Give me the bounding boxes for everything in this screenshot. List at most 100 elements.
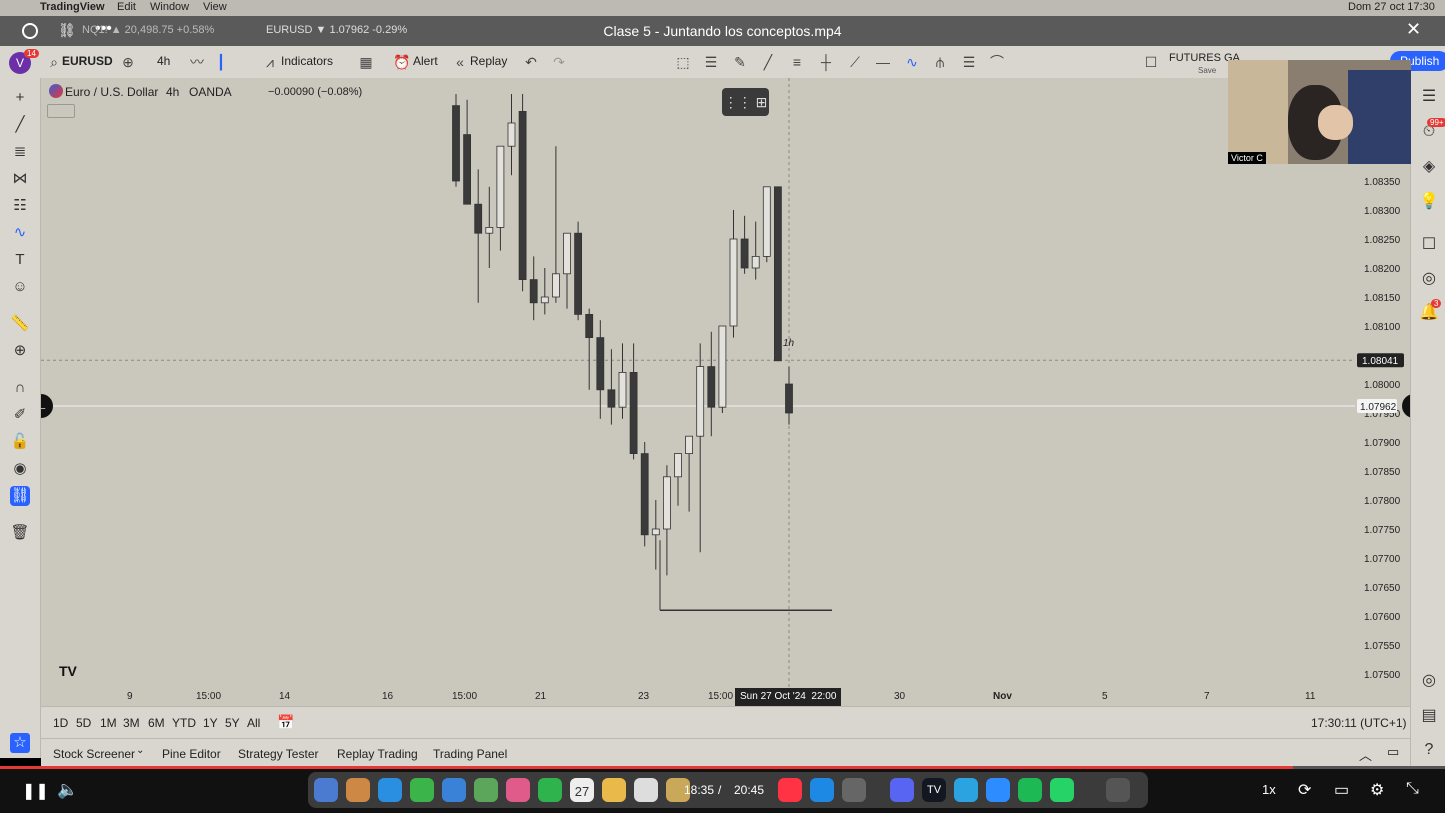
speed-button[interactable]: 1x: [1262, 782, 1276, 797]
candles-icon[interactable]: ┃: [213, 54, 229, 70]
wave-tool-icon[interactable]: ∿: [904, 54, 920, 70]
messages-icon[interactable]: [410, 778, 434, 802]
trash-dock-icon[interactable]: [1106, 778, 1130, 802]
interval-button[interactable]: 4h: [157, 54, 170, 68]
pattern-icon[interactable]: ⋈: [10, 169, 30, 189]
target-icon[interactable]: ◎: [1418, 670, 1440, 692]
alert-icon[interactable]: ⏰: [393, 54, 410, 70]
path-tool-icon[interactable]: ⟋: [847, 54, 863, 70]
projection-icon[interactable]: ☷: [10, 196, 30, 216]
sync-drawings-icon[interactable]: ⛓: [10, 486, 30, 506]
symbol-search[interactable]: EURUSD: [62, 54, 113, 68]
notes-icon[interactable]: [602, 778, 626, 802]
streams-icon[interactable]: ◎: [1418, 268, 1440, 290]
finder-icon[interactable]: [314, 778, 338, 802]
trendline-tool-icon[interactable]: ╱: [760, 54, 776, 70]
chart-area[interactable]: Euro / U.S. Dollar 4h OANDA −0.00090 (−0…: [41, 78, 1410, 688]
tab-stock-screener[interactable]: Stock Screener: [53, 747, 135, 761]
tab-trading-panel[interactable]: Trading Panel: [433, 747, 507, 761]
floating-toolbar[interactable]: ⋮⋮ ⊞: [722, 88, 769, 116]
pitchfork-tool-icon[interactable]: ⫛: [932, 54, 948, 70]
search-icon[interactable]: ⌕: [46, 54, 62, 70]
price-axis[interactable]: 1.08350 1.08300 1.08250 1.08200 1.08150 1.081…: [1355, 78, 1410, 688]
tradingview-app-icon[interactable]: TV: [922, 778, 946, 802]
settings-icon[interactable]: ⚙: [1370, 780, 1384, 800]
ideas-icon[interactable]: 💡: [1418, 191, 1440, 213]
gann-tool-icon[interactable]: ☰: [961, 54, 977, 70]
chart-line-icon[interactable]: 〰: [189, 54, 205, 70]
indicators-icon[interactable]: ⩘: [262, 54, 278, 70]
tab-pine-editor[interactable]: Pine Editor: [162, 747, 221, 761]
music-icon[interactable]: [778, 778, 802, 802]
maximize-panel-icon[interactable]: ▭: [1387, 744, 1399, 760]
clock[interactable]: 17:30:11 (UTC+1): [1311, 716, 1407, 730]
replay-button[interactable]: Replay: [470, 54, 507, 68]
zoom-icon-app[interactable]: [986, 778, 1010, 802]
favorites-icon[interactable]: ☆: [10, 733, 30, 753]
chevron-up-icon[interactable]: ︿: [1359, 745, 1372, 764]
safari-icon[interactable]: [378, 778, 402, 802]
telegram-icon[interactable]: [954, 778, 978, 802]
channel-tool-icon[interactable]: ≡: [789, 54, 805, 70]
trash-icon[interactable]: 🗑: [10, 523, 30, 543]
fib-icon[interactable]: ≣: [10, 142, 30, 162]
ruler-icon[interactable]: 📏: [10, 314, 30, 334]
range-5d[interactable]: 5D: [76, 716, 91, 730]
range-6m[interactable]: 6M: [148, 716, 165, 730]
maps-icon[interactable]: [474, 778, 498, 802]
alert-button[interactable]: Alert: [413, 54, 438, 68]
replay-icon[interactable]: «: [452, 54, 468, 70]
redo-icon[interactable]: ↷: [551, 54, 567, 70]
range-5y[interactable]: 5Y: [225, 716, 240, 730]
fib-tool-icon[interactable]: ☰: [703, 54, 719, 70]
close-icon[interactable]: ✕: [1406, 19, 1421, 40]
candlestick-chart[interactable]: [41, 78, 1410, 688]
whatsapp-icon[interactable]: [1050, 778, 1074, 802]
launchpad-icon[interactable]: [346, 778, 370, 802]
pencil-lock-icon[interactable]: ✐: [10, 405, 30, 425]
legend-collapse-icon[interactable]: [47, 104, 75, 118]
help-icon[interactable]: ?: [1418, 739, 1440, 761]
goto-date-icon[interactable]: 📅: [277, 714, 294, 731]
trendline-icon[interactable]: ╱: [10, 115, 30, 135]
text-icon[interactable]: T: [10, 250, 30, 270]
layout-checkbox-icon[interactable]: ☐: [1143, 54, 1159, 70]
range-all[interactable]: All: [247, 716, 260, 730]
crosshair-icon[interactable]: +: [10, 88, 30, 108]
pause-icon[interactable]: ❚❚: [22, 781, 49, 801]
facetime-icon[interactable]: [538, 778, 562, 802]
photos-icon[interactable]: [506, 778, 530, 802]
menu-window[interactable]: Window: [150, 1, 189, 13]
system-settings-icon[interactable]: [842, 778, 866, 802]
crosshair-tool-icon[interactable]: ┼: [818, 54, 834, 70]
rectangle-tool-icon[interactable]: ⬚: [675, 54, 691, 70]
app-name[interactable]: TradingView: [40, 1, 105, 13]
time-axis[interactable]: 9 15:00 14 16 15:00 21 23 15:00 Sun 27 O…: [41, 688, 1410, 706]
indicators-button[interactable]: Indicators: [281, 54, 333, 68]
hline-tool-icon[interactable]: —: [875, 54, 891, 70]
calendar-icon[interactable]: ▤: [1418, 705, 1440, 727]
menu-edit[interactable]: Edit: [117, 1, 136, 13]
emoji-icon[interactable]: ☺: [10, 277, 30, 297]
save-label[interactable]: Save: [1198, 66, 1216, 75]
brush-icon[interactable]: ∿: [10, 223, 30, 243]
watchlist-icon[interactable]: ☰: [1418, 86, 1440, 108]
magnet-icon[interactable]: ∩: [10, 378, 30, 398]
mail-icon[interactable]: [442, 778, 466, 802]
eye-icon[interactable]: ◉: [10, 459, 30, 479]
layouts-icon[interactable]: ▦: [358, 54, 374, 70]
chat-icon[interactable]: ☐: [1418, 234, 1440, 256]
app-store-icon[interactable]: [810, 778, 834, 802]
range-1d[interactable]: 1D: [53, 716, 68, 730]
captions-icon[interactable]: ▭: [1334, 780, 1349, 800]
range-ytd[interactable]: YTD: [172, 716, 196, 730]
spotify-icon[interactable]: [1018, 778, 1042, 802]
discord-icon[interactable]: [890, 778, 914, 802]
range-1y[interactable]: 1Y: [203, 716, 218, 730]
tab-replay-trading[interactable]: Replay Trading: [337, 747, 418, 761]
calendar-app-icon[interactable]: 27: [570, 778, 594, 802]
range-3m[interactable]: 3M: [123, 716, 140, 730]
tab-strategy-tester[interactable]: Strategy Tester: [238, 747, 318, 761]
undo-icon[interactable]: ↶: [523, 54, 539, 70]
curve-tool-icon[interactable]: ⌒: [989, 54, 1005, 70]
